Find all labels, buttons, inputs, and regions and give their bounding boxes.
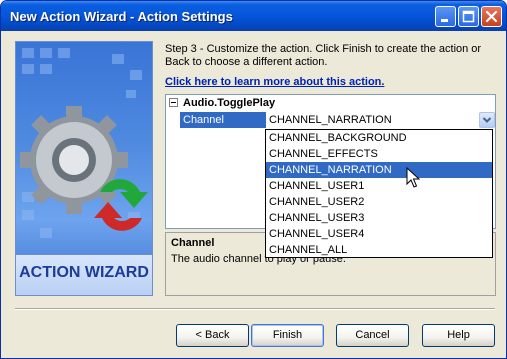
step-instructions: Step 3 - Customize the action. Click Fin… xyxy=(165,43,482,68)
minimize-icon xyxy=(441,19,448,22)
dropdown-option-selected[interactable]: CHANNEL_NARRATION xyxy=(266,162,492,178)
dropdown-option[interactable]: CHANNEL_USER1 xyxy=(266,178,492,194)
dropdown-button[interactable] xyxy=(479,112,495,128)
description-title: Channel xyxy=(171,237,215,249)
finish-button[interactable]: Finish xyxy=(251,324,324,347)
dropdown-option[interactable]: CHANNEL_BACKGROUND xyxy=(266,130,492,146)
channel-dropdown-list[interactable]: CHANNEL_BACKGROUND CHANNEL_EFFECTS CHANN… xyxy=(265,129,493,258)
learn-more-link[interactable]: Click here to learn more about this acti… xyxy=(165,76,384,88)
property-name: Channel xyxy=(183,114,224,126)
dropdown-option[interactable]: CHANNEL_USER3 xyxy=(266,210,492,226)
dropdown-option[interactable]: CHANNEL_ALL xyxy=(266,242,492,258)
minimize-button[interactable] xyxy=(435,6,456,27)
dropdown-option[interactable]: CHANNEL_USER2 xyxy=(266,194,492,210)
property-name-cell[interactable]: Channel xyxy=(180,112,267,128)
wizard-side-panel: ACTION WIZARD xyxy=(15,41,153,296)
collapse-icon[interactable] xyxy=(169,98,178,107)
title-bar[interactable]: New Action Wizard - Action Settings xyxy=(1,1,506,31)
maximize-icon xyxy=(462,10,475,23)
side-banner: ACTION WIZARD xyxy=(16,254,152,295)
close-button[interactable] xyxy=(481,6,502,27)
maximize-button[interactable] xyxy=(458,6,479,27)
wizard-graphic xyxy=(20,48,148,238)
window-title: New Action Wizard - Action Settings xyxy=(10,9,233,24)
close-icon xyxy=(485,10,498,23)
property-group-label: Audio.TogglePlay xyxy=(183,97,276,109)
channel-value: CHANNEL_NARRATION xyxy=(269,114,392,126)
button-separator xyxy=(15,308,495,310)
wizard-window: New Action Wizard - Action Settings ACTI… xyxy=(0,0,507,359)
side-banner-title: ACTION WIZARD xyxy=(19,264,149,281)
cancel-button[interactable]: Cancel xyxy=(336,324,409,347)
help-button[interactable]: Help xyxy=(422,324,495,347)
back-button[interactable]: < Back xyxy=(176,324,249,347)
mouse-pointer-icon xyxy=(406,167,420,188)
dropdown-option[interactable]: CHANNEL_EFFECTS xyxy=(266,146,492,162)
dropdown-option[interactable]: CHANNEL_USER4 xyxy=(266,226,492,242)
chevron-down-icon xyxy=(482,117,492,123)
property-group-row[interactable]: Audio.TogglePlay xyxy=(166,95,495,111)
channel-combobox[interactable]: CHANNEL_NARRATION xyxy=(266,112,495,128)
